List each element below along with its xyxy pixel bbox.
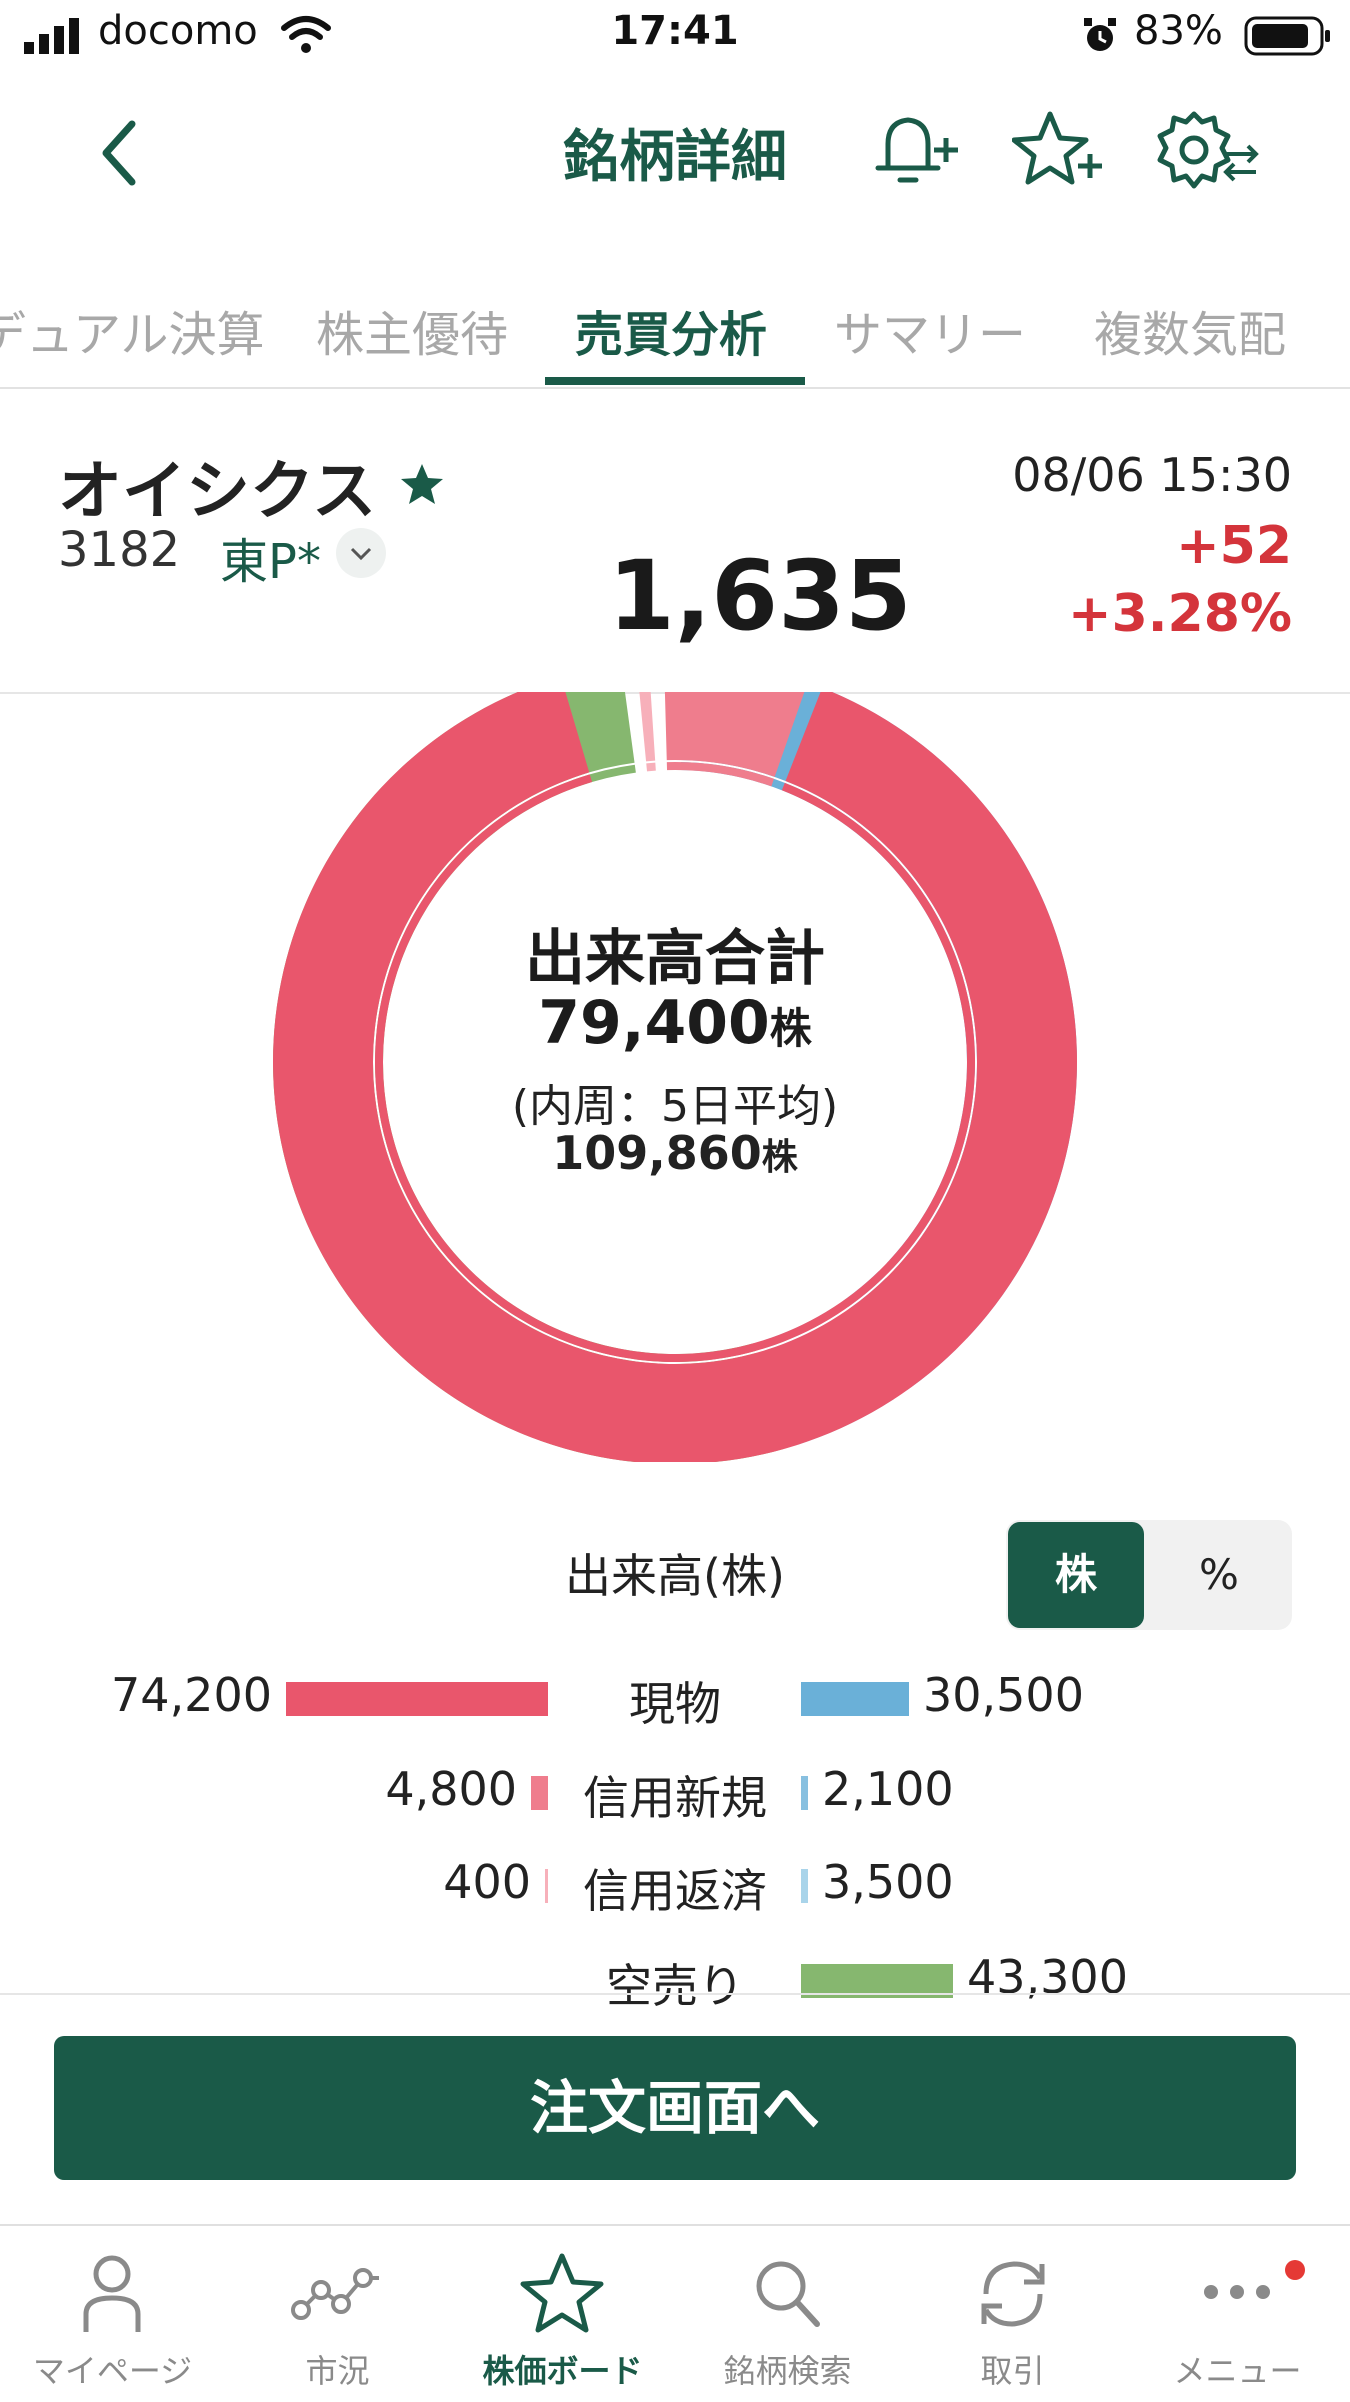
nav-stock-board[interactable]: 株価ボード [450,2226,675,2402]
unit-toggle-percent[interactable]: % [1148,1522,1290,1628]
buy-volume-value: 3,500 [822,1855,954,1909]
nav-label: 市況 [305,2352,370,2390]
donut-total: 79,400株 [0,988,1350,1058]
favorite-star-icon[interactable] [400,462,444,506]
nav-menu[interactable]: メニュー [1125,2226,1350,2402]
volume-row-label: 信用新規 [583,1771,767,1825]
buy-volume-value: 43,300 [967,1950,1128,2004]
donut-average-value: 109,860 [552,1126,762,1180]
stock-name: オイシクス [58,455,377,529]
donut-total-value: 79,400 [538,988,770,1058]
buy-volume-value: 2,100 [822,1762,954,1816]
refresh-arrows-icon [981,2261,1045,2327]
donut-average-unit: 株 [761,1137,798,1178]
nav-label: マイページ [32,2352,193,2390]
buy-volume-bar [801,1869,808,1903]
quote-datetime: 08/06 15:30 [1012,448,1292,502]
donut-outer-segment [639,692,656,762]
nav-stock-search[interactable]: 銘柄検索 [675,2226,900,2402]
battery-percent: 83% [1134,8,1223,54]
volume-row-label: 空売り [606,1959,744,2013]
donut-inner-label: (内周：5日平均) [511,1081,839,1132]
donut-average: 109,860株 [0,1126,1350,1180]
nav-label: メニュー [1173,2352,1302,2390]
volume-row-label: 信用返済 [583,1864,767,1918]
tab-trade-analysis[interactable]: 売買分析 [575,295,767,365]
settings-gear-icon[interactable] [1156,108,1260,192]
sell-volume-bar [286,1682,548,1716]
donut-inner-segment [375,774,975,1362]
sell-volume-bar [545,1869,548,1903]
more-dots-icon [1204,2285,1270,2299]
price-change: +52 [1176,516,1292,576]
unit-toggle-shares[interactable]: 株 [1008,1522,1144,1628]
person-icon [83,2255,141,2332]
nav-mypage[interactable]: マイページ [0,2226,225,2402]
tab-shareholder-benefits[interactable]: 株主優待 [316,295,508,365]
nav-label: 銘柄検索 [723,2352,852,2390]
market-dropdown-button[interactable] [336,528,386,578]
nav-market[interactable]: 市況 [225,2226,450,2402]
nav-trade[interactable]: 取引 [900,2226,1125,2402]
price-change-percent: +3.28% [1068,584,1292,644]
alarm-icon [1084,18,1116,51]
donut-total-unit: 株 [769,1004,812,1053]
current-price: 1,635 [608,540,912,652]
buy-volume-bar [801,1682,909,1716]
divider [0,1993,1350,1995]
nav-label: 株価ボード [482,2352,643,2390]
line-chart-icon [291,2268,379,2320]
sell-volume-bar [531,1776,548,1810]
battery-icon [1244,16,1330,56]
donut-title: 出来高合計 [525,924,825,994]
add-favorite-star-icon[interactable] [1012,108,1104,190]
page-title: 銘柄詳細 [563,125,787,190]
tab-multi-quotes[interactable]: 複数気配 [1094,295,1286,365]
search-icon [756,2261,820,2327]
buy-volume-bar [801,1776,808,1810]
bottom-nav: マイページ 市況 株価ボード 銘柄検索 取引 メニュー [0,2224,1350,2402]
sell-volume-value: 4,800 [385,1762,518,1816]
active-tab-indicator [545,377,805,385]
sell-volume-value: 400 [443,1855,531,1909]
buy-volume-value: 30,500 [923,1668,1084,1722]
tab-summary[interactable]: サマリー [834,295,1026,365]
nav-label: 取引 [980,2352,1045,2390]
star-icon [520,2253,604,2333]
donut-inner-segment [646,762,656,772]
add-alert-bell-icon[interactable] [868,110,960,190]
chevron-down-icon [350,547,372,561]
stock-code: 3182 [58,522,181,578]
detail-tabs: デュアル決算 株主優待 売買分析 サマリー 複数気配 [0,285,1350,389]
notification-badge [1285,2260,1305,2280]
order-screen-button[interactable]: 注文画面へ [54,2036,1296,2180]
status-bar: docomo 17:41 83% [0,0,1350,75]
tab-dual-earnings[interactable]: デュアル決算 [0,295,265,365]
sell-volume-value: 74,200 [111,1668,272,1722]
market-label[interactable]: 東P* [220,522,321,592]
